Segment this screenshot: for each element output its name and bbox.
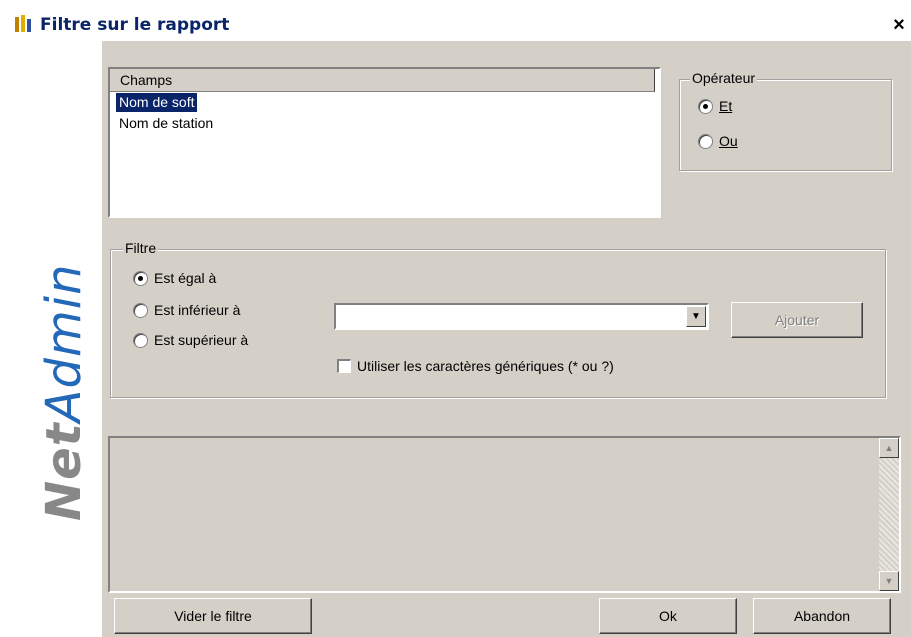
wildcards-checkbox-box[interactable] xyxy=(337,359,351,373)
radio-equal-label: Est égal à xyxy=(154,270,217,286)
radio-greater[interactable]: Est supérieur à xyxy=(133,332,248,348)
cancel-button[interactable]: Abandon xyxy=(753,598,891,634)
radio-greater-label: Est supérieur à xyxy=(154,332,249,348)
radio-et-label: Et xyxy=(719,98,733,114)
radio-equal[interactable]: Est égal à xyxy=(133,270,216,286)
netadmin-logo: NetAdmin xyxy=(36,263,92,522)
filter-memo[interactable]: ▲ ▼ xyxy=(108,436,901,593)
filter-legend: Filtre xyxy=(123,240,159,256)
operator-legend: Opérateur xyxy=(690,70,758,86)
filter-value-combobox[interactable]: ▼ xyxy=(334,303,709,330)
clear-filter-button[interactable]: Vider le filtre xyxy=(114,598,312,634)
ok-button[interactable]: Ok xyxy=(599,598,737,634)
app-icon xyxy=(15,15,31,32)
radio-et-circle[interactable] xyxy=(698,98,713,114)
radio-et[interactable]: Et xyxy=(698,98,732,114)
scroll-up-icon[interactable]: ▲ xyxy=(879,438,899,458)
radio-ou-circle[interactable] xyxy=(698,133,713,149)
sidebar-banner: NetAdmin xyxy=(6,41,102,637)
fields-listbox[interactable]: Champs Nom de soft Nom de station xyxy=(108,67,661,218)
dialog-window: Filtre sur le rapport × NetAdmin Champs … xyxy=(6,8,911,637)
wildcards-checkbox[interactable]: Utiliser les caractères génériques (* ou… xyxy=(337,358,614,374)
radio-ou-label: Ou xyxy=(719,133,738,149)
radio-greater-circle[interactable] xyxy=(133,332,148,348)
title-bar[interactable]: Filtre sur le rapport × xyxy=(6,8,911,41)
close-icon[interactable]: × xyxy=(889,14,909,36)
window-title: Filtre sur le rapport xyxy=(40,15,230,35)
scroll-down-icon[interactable]: ▼ xyxy=(879,571,899,591)
list-item[interactable]: Nom de station xyxy=(116,114,216,133)
fields-header[interactable]: Champs xyxy=(110,69,655,92)
radio-lower-circle[interactable] xyxy=(133,302,148,318)
add-button[interactable]: Ajouter xyxy=(731,302,863,338)
wildcards-label: Utiliser les caractères génériques (* ou… xyxy=(357,358,614,374)
list-item[interactable]: Nom de soft xyxy=(116,93,198,112)
radio-lower-label: Est inférieur à xyxy=(154,302,241,318)
vertical-scrollbar[interactable]: ▲ ▼ xyxy=(879,438,899,591)
radio-ou[interactable]: Ou xyxy=(698,133,738,149)
operator-group: Opérateur Et Ou xyxy=(679,70,892,171)
radio-equal-circle[interactable] xyxy=(133,270,148,286)
radio-lower[interactable]: Est inférieur à xyxy=(133,302,240,318)
chevron-down-icon[interactable]: ▼ xyxy=(686,306,706,327)
